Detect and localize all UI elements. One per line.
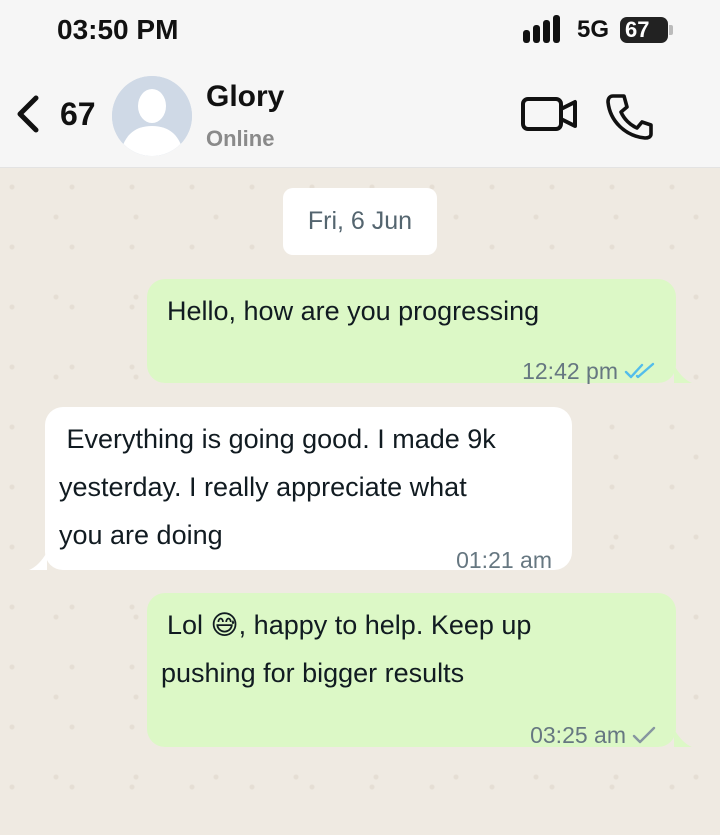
chat-area[interactable]: Fri, 6 Jun Hello, how are you progressin… bbox=[0, 169, 720, 835]
contact-name[interactable]: Glory bbox=[206, 80, 284, 114]
battery-level: 67 bbox=[625, 17, 650, 42]
double-check-read-icon bbox=[624, 362, 655, 379]
message-meta: 12:42 pm bbox=[522, 347, 656, 395]
presence-status: Online bbox=[206, 126, 275, 151]
signal-strength-icon bbox=[523, 15, 560, 43]
message-text-line: pushing for bigger results bbox=[161, 658, 465, 688]
message-text-line: Lol 😅, happy to help. Keep up bbox=[167, 610, 532, 640]
network-type: 5G bbox=[577, 16, 610, 43]
message-time: 12:42 pm bbox=[522, 358, 618, 384]
back-chevron-icon[interactable] bbox=[14, 92, 44, 136]
message-text: Hello, how are you progressing bbox=[167, 296, 540, 326]
message-text-line: yesterday. I really appreciate what bbox=[59, 472, 467, 502]
message-bubble-outgoing[interactable]: Hello, how are you progressing 12:42 pm bbox=[147, 279, 676, 384]
message-time: 03:25 am bbox=[530, 722, 626, 748]
unread-count[interactable]: 67 bbox=[60, 96, 96, 133]
default-avatar-icon bbox=[112, 76, 192, 156]
message-meta: 03:25 am bbox=[530, 711, 656, 759]
phone-call-icon[interactable] bbox=[604, 92, 654, 140]
battery-icon: 67 bbox=[620, 17, 668, 43]
single-check-sent-icon bbox=[632, 726, 656, 744]
bubble-tail bbox=[29, 552, 47, 570]
battery-tip bbox=[669, 25, 673, 35]
message-bubble-incoming[interactable]: Everything is going good. I made 9k yest… bbox=[45, 407, 572, 573]
message-meta: 01:21 am bbox=[456, 536, 552, 584]
bubble-tail bbox=[674, 365, 692, 383]
status-bar: 03:50 PM 5G 67 bbox=[0, 0, 720, 64]
message-time: 01:21 am bbox=[456, 547, 552, 573]
chat-header: 67 Glory Online bbox=[0, 64, 720, 168]
video-call-icon[interactable] bbox=[520, 94, 578, 134]
avatar[interactable] bbox=[112, 76, 192, 156]
date-separator: Fri, 6 Jun bbox=[283, 188, 437, 255]
bubble-tail bbox=[674, 729, 692, 747]
message-text-line: you are doing bbox=[59, 520, 223, 550]
message-text-line: Everything is going good. I made 9k bbox=[59, 424, 496, 454]
message-bubble-outgoing[interactable]: Lol 😅, happy to help. Keep up pushing fo… bbox=[147, 593, 676, 748]
status-time: 03:50 PM bbox=[57, 14, 179, 45]
